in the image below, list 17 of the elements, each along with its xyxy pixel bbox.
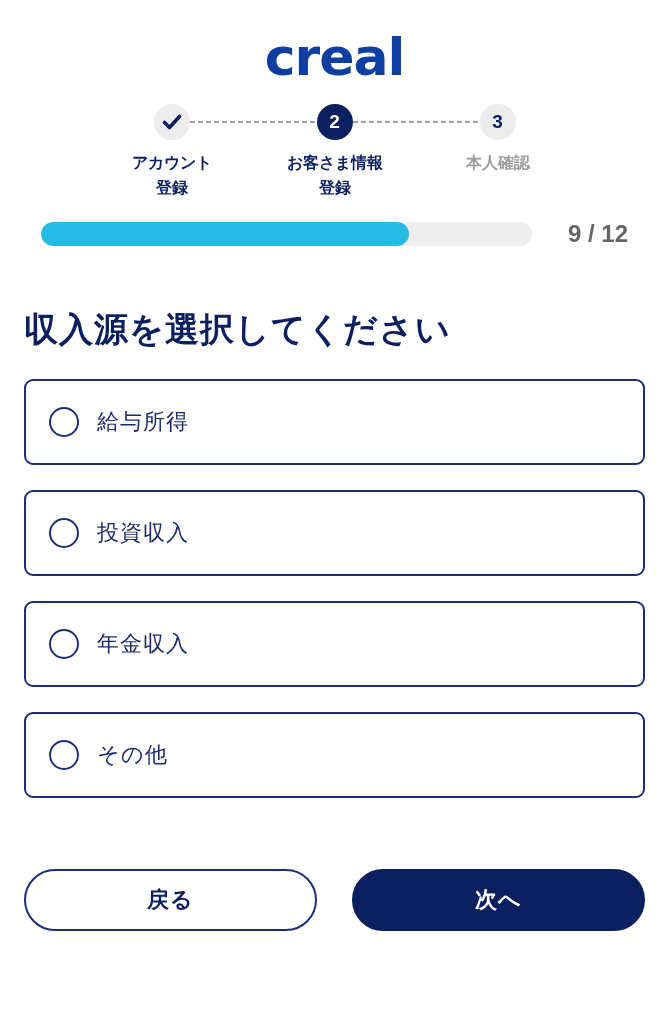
question-heading: 収入源を選択してください bbox=[24, 308, 452, 350]
next-button[interactable]: 次へ bbox=[352, 869, 645, 931]
step-label: 登録 bbox=[318, 177, 351, 199]
income-option[interactable]: その他 bbox=[24, 712, 645, 798]
progress-count: 9 / 12 bbox=[567, 220, 628, 248]
check-icon bbox=[153, 104, 190, 140]
income-option[interactable]: 投資収入 bbox=[24, 490, 645, 576]
logo: creal bbox=[264, 31, 405, 83]
step-label: 本人確認 bbox=[465, 152, 530, 174]
back-button[interactable]: 戻る bbox=[24, 869, 317, 931]
step-label: 登録 bbox=[155, 177, 188, 199]
income-option[interactable]: 給与所得 bbox=[24, 379, 645, 465]
income-option[interactable]: 年金収入 bbox=[24, 601, 645, 687]
step-number: 2 bbox=[316, 104, 353, 140]
step-number: 3 bbox=[479, 104, 516, 140]
step-label: アカウント bbox=[131, 152, 212, 174]
step-label: お客さま情報 bbox=[286, 152, 383, 174]
